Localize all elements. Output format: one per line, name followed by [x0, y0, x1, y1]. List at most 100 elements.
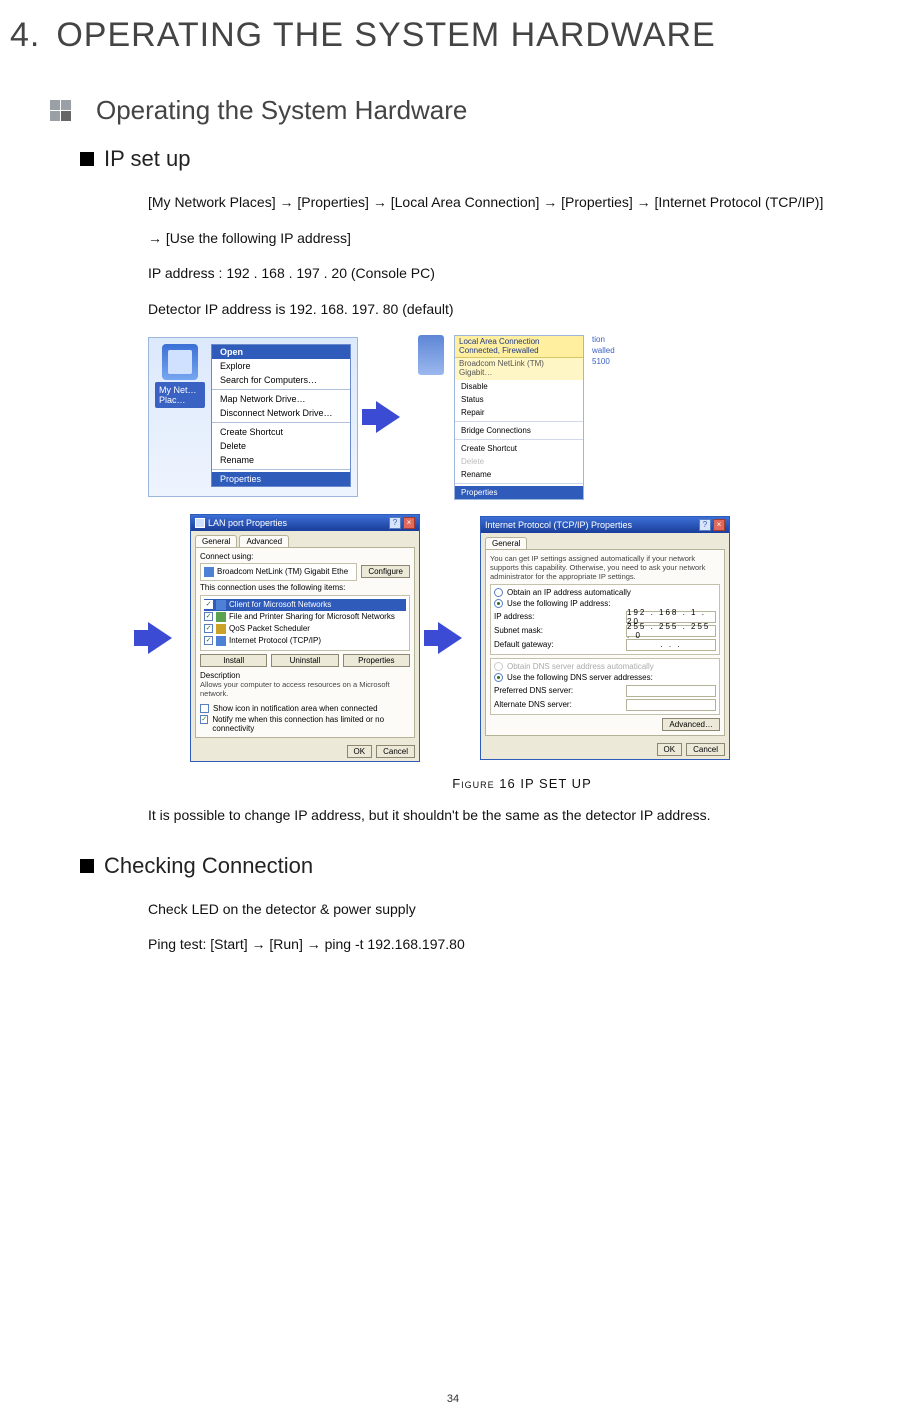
label-dns1: Preferred DNS server: [494, 686, 620, 695]
list-item[interactable]: ✓Client for Microsoft Networks [204, 599, 406, 611]
close-button[interactable]: × [403, 517, 415, 529]
list-item[interactable]: ✓File and Printer Sharing for Microsoft … [204, 611, 406, 623]
menu-item-rename[interactable]: Rename [455, 468, 583, 481]
help-button[interactable]: ? [699, 519, 711, 531]
context-menu: Open Explore Search for Computers… Map N… [211, 344, 351, 487]
list-item[interactable]: ✓QoS Packet Scheduler [204, 623, 406, 635]
checkbox[interactable] [200, 704, 209, 713]
cancel-button[interactable]: Cancel [686, 743, 725, 756]
chapter-heading: 4. OPERATING THE SYSTEM HARDWARE [10, 16, 896, 55]
install-button[interactable]: Install [200, 654, 267, 667]
menu-item-disable[interactable]: Disable [455, 380, 583, 393]
context-menu-my-network-places: My Net… Plac… Open Explore Search for Co… [148, 337, 358, 497]
ok-button[interactable]: OK [347, 745, 373, 758]
paragraph: IP address : 192 . 168 . 197 . 20 (Conso… [148, 263, 896, 285]
paragraph: → [Use the following IP address] [148, 228, 896, 250]
label-ip: IP address: [494, 612, 620, 621]
uninstall-button[interactable]: Uninstall [271, 654, 338, 667]
qos-icon [216, 624, 226, 634]
gateway-field[interactable]: . . . [626, 639, 716, 651]
paragraph: It is possible to change IP address, but… [148, 805, 896, 827]
properties-button[interactable]: Properties [343, 654, 410, 667]
menu-item-status[interactable]: Status [455, 393, 583, 406]
dns1-field[interactable] [626, 685, 716, 697]
list-item[interactable]: ✓Internet Protocol (TCP/IP) [204, 635, 406, 647]
tab-general[interactable]: General [195, 535, 237, 547]
radio-label: Obtain an IP address automatically [507, 588, 631, 597]
menu-item-rename[interactable]: Rename [212, 453, 350, 467]
menu-item-bridge[interactable]: Bridge Connections [455, 424, 583, 437]
menu-item-properties[interactable]: Properties [212, 472, 350, 486]
radio-label: Use the following DNS server addresses: [507, 673, 653, 682]
dialog-lan-properties: LAN port Properties ? × General Advanced… [190, 514, 420, 762]
label-description: Description [200, 671, 410, 680]
close-button[interactable]: × [713, 519, 725, 531]
menu-item-repair[interactable]: Repair [455, 406, 583, 419]
menu-item-delete[interactable]: Delete [212, 439, 350, 453]
paragraph: Ping test: [Start] → [Run] → ping -t 192… [148, 934, 896, 956]
arrow-right-icon [438, 622, 462, 654]
menu-item-explore[interactable]: Explore [212, 359, 350, 373]
menu-item-create-shortcut[interactable]: Create Shortcut [212, 425, 350, 439]
figure-ip-setup: My Net… Plac… Open Explore Search for Co… [148, 335, 896, 791]
ok-button[interactable]: OK [657, 743, 683, 756]
client-icon [216, 600, 226, 610]
context-menu-lan-connection: Local Area Connection Connected, Firewal… [418, 335, 615, 500]
radio-manual-dns[interactable] [494, 673, 503, 682]
subsection-ip-setup: IP set up [80, 146, 896, 172]
advanced-button[interactable]: Advanced… [662, 718, 720, 731]
paragraph: [My Network Places] → [Properties] → [Lo… [148, 192, 896, 214]
label-mask: Subnet mask: [494, 626, 620, 635]
tab-general[interactable]: General [485, 537, 527, 549]
tcpip-icon [216, 636, 226, 646]
adapter-icon [204, 567, 214, 577]
status-banner-sub: Broadcom NetLink (TM) Gigabit… [455, 358, 583, 380]
paragraph: Detector IP address is 192. 168. 197. 80… [148, 299, 896, 321]
side-text: 5100 [592, 357, 615, 366]
arrow-right-icon [376, 401, 400, 433]
menu-item-properties[interactable]: Properties [455, 486, 583, 499]
bullet-square-icon [80, 152, 94, 166]
radio-manual-ip[interactable] [494, 599, 503, 608]
label-dns2: Alternate DNS server: [494, 700, 620, 709]
computers-icon [418, 335, 444, 375]
menu-item-search[interactable]: Search for Computers… [212, 373, 350, 387]
tab-advanced[interactable]: Advanced [239, 535, 289, 547]
description-text: Allows your computer to access resources… [200, 680, 410, 698]
paragraph: Check LED on the detector & power supply [148, 899, 896, 921]
menu-item-delete-disabled: Delete [455, 455, 583, 468]
status-banner: Local Area Connection Connected, Firewal… [455, 336, 583, 359]
checkbox[interactable]: ✓ [200, 715, 208, 724]
radio-auto-ip[interactable] [494, 588, 503, 597]
checkbox-label: Show icon in notification area when conn… [213, 704, 378, 713]
subnet-mask-field[interactable]: 255 . 255 . 255 . 0 [626, 625, 716, 637]
my-network-places-icon [162, 344, 198, 380]
cancel-button[interactable]: Cancel [376, 745, 415, 758]
dialog-title: LAN port Properties [208, 518, 287, 528]
radio-auto-dns-disabled [494, 662, 503, 671]
share-icon [216, 612, 226, 622]
checkbox-label: Notify me when this connection has limit… [212, 715, 410, 733]
help-button[interactable]: ? [389, 517, 401, 529]
label-uses-items: This connection uses the following items… [200, 583, 410, 592]
icon-label: My Net… Plac… [155, 382, 205, 408]
section-title: Operating the System Hardware [96, 95, 467, 126]
radio-label: Obtain DNS server address automatically [507, 662, 654, 671]
menu-item-create-shortcut[interactable]: Create Shortcut [455, 442, 583, 455]
page-number: 34 [0, 1393, 906, 1405]
menu-item-disconnect-drive[interactable]: Disconnect Network Drive… [212, 406, 350, 420]
arrow-right-icon [148, 622, 172, 654]
label-connect-using: Connect using: [200, 552, 410, 561]
menu-item-map-drive[interactable]: Map Network Drive… [212, 392, 350, 406]
chapter-title: OPERATING THE SYSTEM HARDWARE [56, 16, 715, 55]
radio-label: Use the following IP address: [507, 599, 610, 608]
side-text: tion [592, 335, 615, 344]
menu-item-open[interactable]: Open [212, 345, 350, 359]
subsection-title: IP set up [104, 146, 190, 172]
label-gateway: Default gateway: [494, 640, 620, 649]
dns2-field[interactable] [626, 699, 716, 711]
bullet-square-icon [80, 859, 94, 873]
configure-button[interactable]: Configure [361, 565, 410, 578]
network-icon [195, 518, 205, 528]
subsection-checking-connection: Checking Connection [80, 853, 896, 879]
